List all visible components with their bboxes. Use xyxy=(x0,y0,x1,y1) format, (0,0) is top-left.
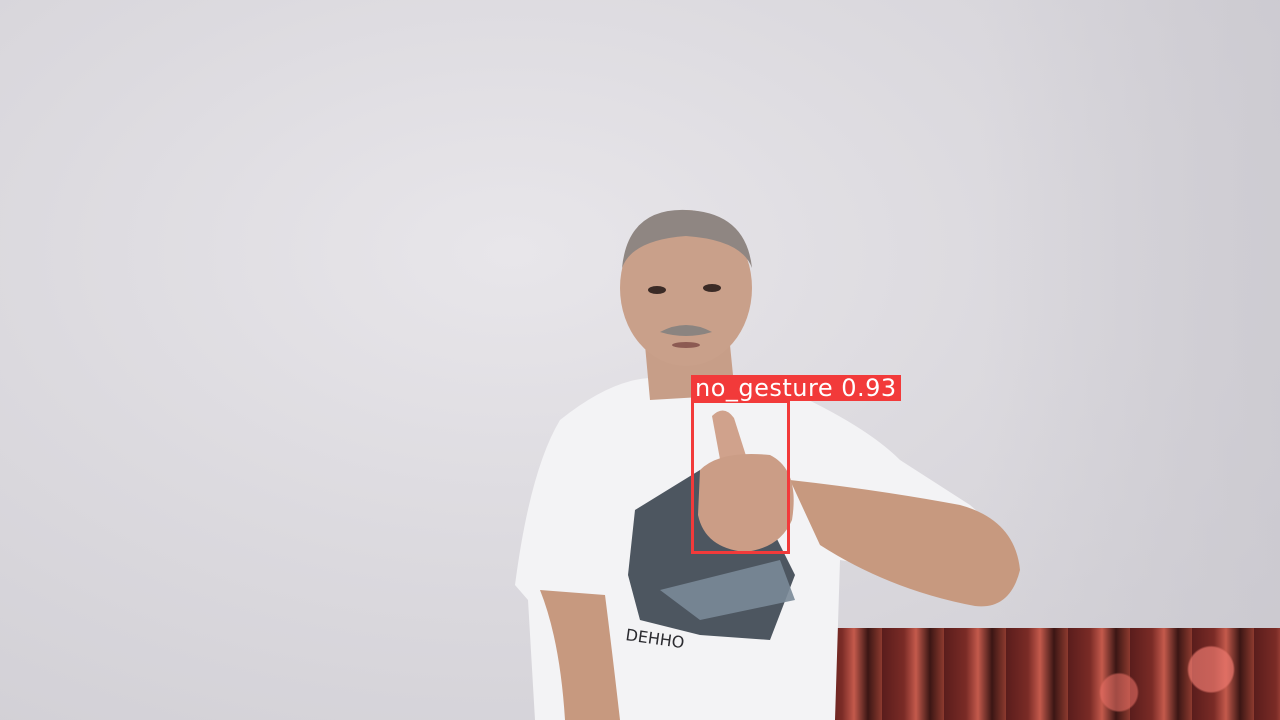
detection-bounding-box xyxy=(691,400,790,554)
left-eye xyxy=(648,286,666,294)
detection-label: no_gesture 0.93 xyxy=(691,375,901,401)
mouth xyxy=(672,342,700,348)
detection-confidence: 0.93 xyxy=(841,374,897,402)
detection-class: no_gesture xyxy=(695,374,834,402)
person: DEHHO xyxy=(515,209,1020,720)
camera-frame: DEHHO no_gesture 0.93 xyxy=(0,0,1280,720)
right-eye xyxy=(703,284,721,292)
